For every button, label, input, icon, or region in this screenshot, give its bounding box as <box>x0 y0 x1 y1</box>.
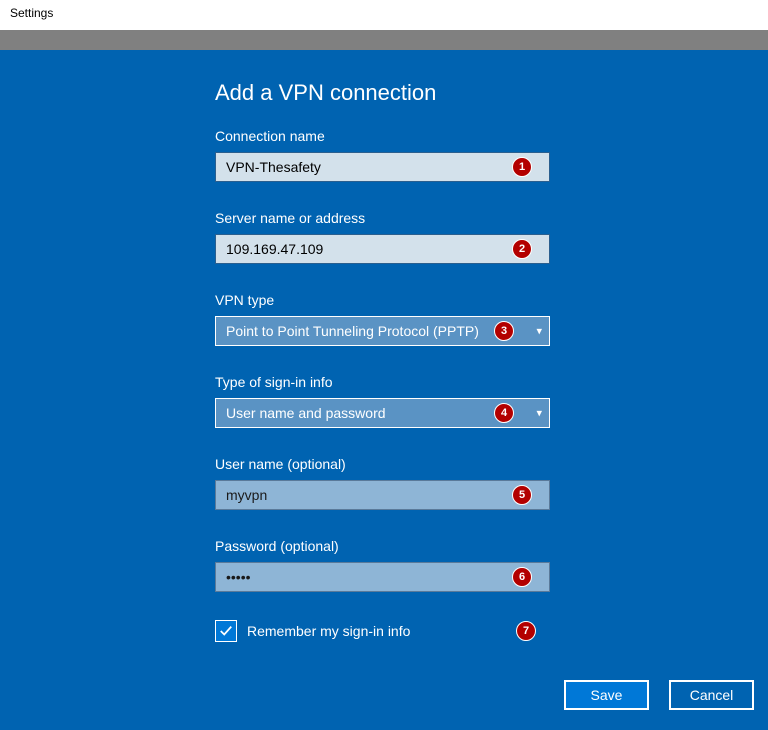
connection-name-input[interactable] <box>215 152 550 182</box>
server-label: Server name or address <box>215 210 768 226</box>
save-button[interactable]: Save <box>564 680 649 710</box>
signin-type-value: User name and password <box>226 405 386 421</box>
connection-name-label: Connection name <box>215 128 768 144</box>
vpn-type-block: VPN type Point to Point Tunneling Protoc… <box>215 292 768 346</box>
annotation-badge-4: 4 <box>494 403 514 423</box>
signin-type-label: Type of sign-in info <box>215 374 768 390</box>
annotation-badge-1: 1 <box>512 157 532 177</box>
window-title-bar: Settings <box>0 0 768 30</box>
annotation-badge-5: 5 <box>512 485 532 505</box>
username-label: User name (optional) <box>215 456 768 472</box>
annotation-badge-6: 6 <box>512 567 532 587</box>
page-title: Add a VPN connection <box>215 80 768 106</box>
remember-block: Remember my sign-in info 7 <box>215 620 768 642</box>
username-block: User name (optional) 5 <box>215 456 768 510</box>
button-row: Save Cancel <box>564 680 754 710</box>
password-input[interactable] <box>215 562 550 592</box>
username-input[interactable] <box>215 480 550 510</box>
annotation-badge-3: 3 <box>494 321 514 341</box>
remember-label: Remember my sign-in info <box>247 623 410 639</box>
cancel-button[interactable]: Cancel <box>669 680 754 710</box>
password-label: Password (optional) <box>215 538 768 554</box>
annotation-badge-2: 2 <box>512 239 532 259</box>
signin-type-block: Type of sign-in info User name and passw… <box>215 374 768 428</box>
vpn-type-value: Point to Point Tunneling Protocol (PPTP) <box>226 323 479 339</box>
annotation-badge-7: 7 <box>516 621 536 641</box>
server-input[interactable] <box>215 234 550 264</box>
header-band <box>0 30 768 50</box>
server-block: Server name or address 2 <box>215 210 768 264</box>
main-panel: Add a VPN connection Connection name 1 S… <box>0 50 768 730</box>
connection-name-block: Connection name 1 <box>215 128 768 182</box>
checkmark-icon <box>219 624 233 638</box>
remember-checkbox[interactable] <box>215 620 237 642</box>
vpn-type-label: VPN type <box>215 292 768 308</box>
password-block: Password (optional) 6 <box>215 538 768 592</box>
window-title: Settings <box>10 6 53 20</box>
